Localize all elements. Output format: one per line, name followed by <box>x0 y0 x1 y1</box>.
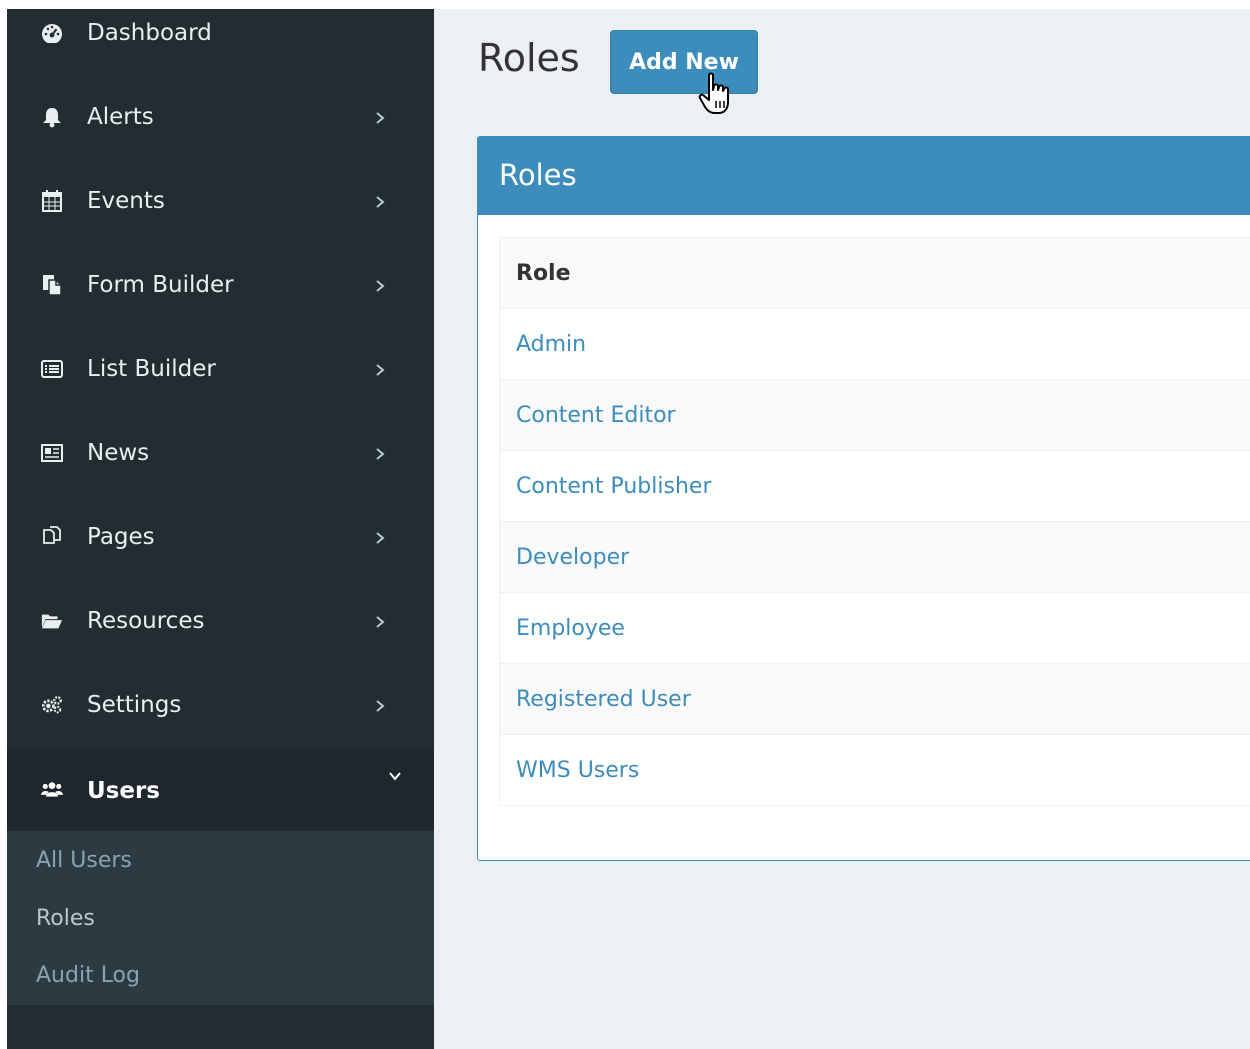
chevron-right-icon <box>376 364 385 376</box>
table-row: Employee <box>499 592 1250 664</box>
sidebar-item-users[interactable]: Users <box>7 749 434 833</box>
roles-table: Role Admin Content Editor Content Publis… <box>499 237 1250 806</box>
sidebar-item-resources[interactable]: Resources <box>7 581 434 665</box>
sidebar-item-label: News <box>87 440 150 466</box>
role-link-employee[interactable]: Employee <box>516 616 625 641</box>
table-cell: Registered User <box>499 663 1250 735</box>
chevron-right-icon <box>376 616 385 628</box>
role-link-admin[interactable]: Admin <box>516 332 586 357</box>
table-row: Registered User <box>499 663 1250 735</box>
table-row: Admin <box>499 308 1250 380</box>
table-row: Developer <box>499 521 1250 593</box>
users-submenu: All Users Roles Audit Log <box>7 831 434 1005</box>
chevron-right-icon <box>376 448 385 460</box>
sidebar: Dashboard Alerts Events Form Builder Lis… <box>7 9 434 1049</box>
table-row: Content Publisher <box>499 450 1250 522</box>
sidebar-item-alerts[interactable]: Alerts <box>7 77 434 161</box>
sidebar-item-label: Resources <box>87 608 205 634</box>
table-cell: Admin <box>499 308 1250 380</box>
submenu-item-all-users[interactable]: All Users <box>36 846 132 876</box>
sidebar-item-label: Settings <box>87 692 182 718</box>
sidebar-item-list-builder[interactable]: List Builder <box>7 329 434 413</box>
sidebar-item-label: Form Builder <box>87 272 234 298</box>
sidebar-item-dashboard[interactable]: Dashboard <box>7 9 434 77</box>
role-link-registered-user[interactable]: Registered User <box>516 687 691 712</box>
table-header-row: Role <box>499 237 1250 309</box>
roles-box: Roles Role Admin Content Editor Content … <box>477 136 1250 861</box>
dashboard-icon <box>41 22 63 44</box>
chevron-down-icon <box>389 772 401 781</box>
pages-icon <box>41 526 63 548</box>
submenu-item-roles[interactable]: Roles <box>36 904 95 934</box>
chevron-right-icon <box>376 196 385 208</box>
sidebar-item-events[interactable]: Events <box>7 161 434 245</box>
table-cell: Content Editor <box>499 379 1250 451</box>
table-row: Content Editor <box>499 379 1250 451</box>
table-cell: Developer <box>499 521 1250 593</box>
role-link-content-editor[interactable]: Content Editor <box>516 403 676 428</box>
newspaper-icon <box>41 442 63 464</box>
sidebar-item-label: Users <box>87 778 160 804</box>
chevron-right-icon <box>376 280 385 292</box>
calendar-icon <box>41 190 63 212</box>
table-cell: WMS Users <box>499 734 1250 806</box>
cogs-icon <box>41 694 63 716</box>
sidebar-item-pages[interactable]: Pages <box>7 497 434 581</box>
role-link-content-publisher[interactable]: Content Publisher <box>516 474 712 499</box>
sidebar-item-news[interactable]: News <box>7 413 434 497</box>
table-row: WMS Users <box>499 734 1250 806</box>
list-icon <box>41 358 63 380</box>
chevron-right-icon <box>376 112 385 124</box>
table-cell: Employee <box>499 592 1250 664</box>
folder-open-icon <box>41 610 63 632</box>
box-title: Roles <box>499 158 577 192</box>
sidebar-item-label: Events <box>87 188 165 214</box>
add-new-button[interactable]: Add New <box>610 30 758 94</box>
sidebar-item-label: List Builder <box>87 356 216 382</box>
users-icon <box>41 778 63 800</box>
sidebar-item-label: Pages <box>87 524 155 550</box>
column-header-role: Role <box>499 237 1250 309</box>
table-cell: Content Publisher <box>499 450 1250 522</box>
sidebar-item-form-builder[interactable]: Form Builder <box>7 245 434 329</box>
chevron-right-icon <box>376 700 385 712</box>
sidebar-item-settings[interactable]: Settings <box>7 665 434 749</box>
sidebar-item-label: Alerts <box>87 104 154 130</box>
role-link-developer[interactable]: Developer <box>516 545 629 570</box>
chevron-right-icon <box>376 532 385 544</box>
app-window: Dashboard Alerts Events Form Builder Lis… <box>7 9 1250 1049</box>
page-title: Roles <box>478 36 580 80</box>
role-link-wms-users[interactable]: WMS Users <box>516 758 639 783</box>
content-area: Roles Add New Roles Role Admin Content E… <box>434 9 1250 1049</box>
box-header: Roles <box>478 137 1250 215</box>
submenu-item-audit-log[interactable]: Audit Log <box>36 961 140 991</box>
sidebar-item-label: Dashboard <box>87 20 212 46</box>
form-copy-icon <box>41 274 63 296</box>
bell-icon <box>41 106 63 128</box>
